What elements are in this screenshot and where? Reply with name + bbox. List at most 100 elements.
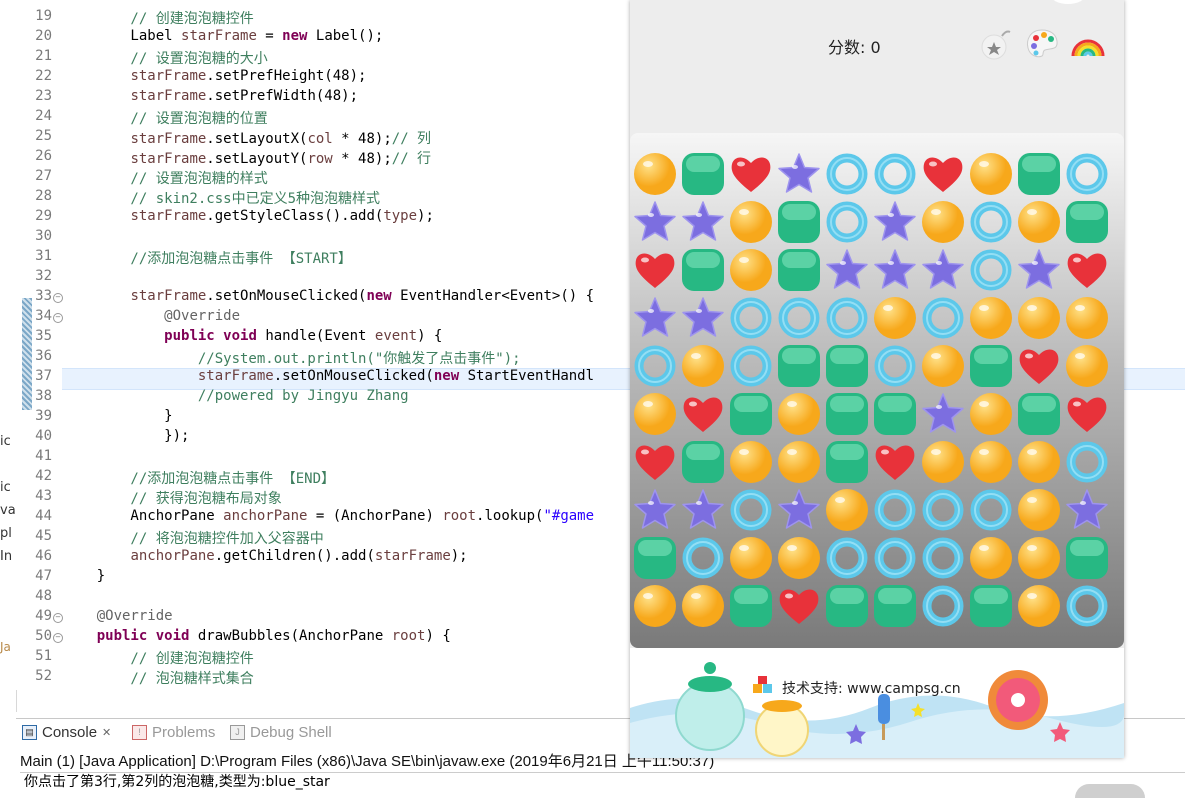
candy-ring-icon[interactable] <box>776 295 822 341</box>
candy-ring-icon[interactable] <box>824 199 870 245</box>
candy-orange-icon[interactable] <box>632 583 678 629</box>
candy-ring-icon[interactable] <box>968 487 1014 533</box>
candy-green-icon[interactable] <box>680 439 726 485</box>
candy-green-icon[interactable] <box>728 583 774 629</box>
candy-green-icon[interactable] <box>824 391 870 437</box>
candy-star-icon[interactable] <box>632 199 678 245</box>
candy-orange-icon[interactable] <box>728 439 774 485</box>
candy-orange-icon[interactable] <box>968 151 1014 197</box>
candy-green-icon[interactable] <box>728 391 774 437</box>
candy-ring-icon[interactable] <box>728 343 774 389</box>
candy-ring-icon[interactable] <box>920 295 966 341</box>
candy-heart-icon[interactable] <box>632 439 678 485</box>
candy-star-icon[interactable] <box>824 247 870 293</box>
code-line[interactable]: starFrame.setLayoutY(row * 48);// 行 <box>63 148 431 168</box>
candy-ring-icon[interactable] <box>872 487 918 533</box>
candy-green-icon[interactable] <box>680 151 726 197</box>
candy-orange-icon[interactable] <box>872 295 918 341</box>
candy-orange-icon[interactable] <box>1016 295 1062 341</box>
candy-star-icon[interactable] <box>680 295 726 341</box>
code-line[interactable]: //添加泡泡糖点击事件 【END】 <box>63 468 335 488</box>
code-line[interactable]: } <box>63 568 105 584</box>
candy-heart-icon[interactable] <box>1064 247 1110 293</box>
candy-star-icon[interactable] <box>872 199 918 245</box>
candy-heart-icon[interactable] <box>632 247 678 293</box>
candy-orange-icon[interactable] <box>1016 535 1062 581</box>
code-line[interactable]: }); <box>63 428 189 444</box>
candy-orange-icon[interactable] <box>968 439 1014 485</box>
candy-orange-icon[interactable] <box>680 343 726 389</box>
candy-ring-icon[interactable] <box>872 535 918 581</box>
code-line[interactable]: // 创建泡泡糖控件 <box>63 648 253 668</box>
candy-star-icon[interactable] <box>1064 487 1110 533</box>
code-line[interactable]: // 设置泡泡糖的样式 <box>63 168 267 188</box>
candy-green-icon[interactable] <box>1016 151 1062 197</box>
candy-green-icon[interactable] <box>824 343 870 389</box>
code-line[interactable]: // 泡泡糖样式集合 <box>63 668 253 688</box>
code-line[interactable]: anchorPane.getChildren().add(starFrame); <box>63 548 467 564</box>
candy-star-icon[interactable] <box>632 295 678 341</box>
candy-ring-icon[interactable] <box>632 343 678 389</box>
candy-ring-icon[interactable] <box>824 151 870 197</box>
candy-ring-icon[interactable] <box>680 535 726 581</box>
candy-green-icon[interactable] <box>968 343 1014 389</box>
candy-green-icon[interactable] <box>1064 199 1110 245</box>
candy-orange-icon[interactable] <box>728 535 774 581</box>
candy-green-icon[interactable] <box>824 439 870 485</box>
tab-debug-shell[interactable]: J Debug Shell <box>230 724 332 741</box>
rainbow-icon[interactable] <box>1070 26 1106 62</box>
code-line[interactable]: starFrame.setOnMouseClicked(new StartEve… <box>63 368 594 384</box>
candy-heart-icon[interactable] <box>680 391 726 437</box>
code-line[interactable]: //powered by Jingyu Zhang <box>63 388 409 404</box>
candy-heart-icon[interactable] <box>1016 343 1062 389</box>
code-line[interactable]: @Override <box>63 308 240 324</box>
candy-heart-icon[interactable] <box>776 583 822 629</box>
tab-console[interactable]: ▤ Console ✕ <box>22 724 111 741</box>
fold-toggle-icon[interactable]: − <box>53 313 63 323</box>
candy-heart-icon[interactable] <box>1064 391 1110 437</box>
candy-star-icon[interactable] <box>1016 247 1062 293</box>
code-line[interactable]: Label starFrame = new Label(); <box>63 28 383 44</box>
candy-orange-icon[interactable] <box>1016 439 1062 485</box>
candy-green-icon[interactable] <box>824 583 870 629</box>
code-line[interactable]: starFrame.setLayoutX(col * 48);// 列 <box>63 128 431 148</box>
candy-star-icon[interactable] <box>920 391 966 437</box>
code-line[interactable]: starFrame.setPrefHeight(48); <box>63 68 366 84</box>
candy-orange-icon[interactable] <box>776 391 822 437</box>
candy-ring-icon[interactable] <box>1064 151 1110 197</box>
candy-orange-icon[interactable] <box>680 583 726 629</box>
code-line[interactable]: // 创建泡泡糖控件 <box>63 8 253 28</box>
candy-star-icon[interactable] <box>776 487 822 533</box>
code-line[interactable]: } <box>63 408 172 424</box>
fold-toggle-icon[interactable]: − <box>53 293 63 303</box>
candy-orange-icon[interactable] <box>920 343 966 389</box>
code-line[interactable]: // 设置泡泡糖的大小 <box>63 48 267 68</box>
candy-green-icon[interactable] <box>632 535 678 581</box>
candy-orange-icon[interactable] <box>632 151 678 197</box>
candy-orange-icon[interactable] <box>968 391 1014 437</box>
candy-green-icon[interactable] <box>776 343 822 389</box>
candy-ring-icon[interactable] <box>920 535 966 581</box>
code-line[interactable]: @Override <box>63 608 173 624</box>
candy-green-icon[interactable] <box>776 199 822 245</box>
code-line[interactable]: starFrame.getStyleClass().add(type); <box>63 208 433 224</box>
candy-star-icon[interactable] <box>920 247 966 293</box>
palette-icon[interactable] <box>1024 26 1060 62</box>
candy-star-icon[interactable] <box>776 151 822 197</box>
candy-green-icon[interactable] <box>968 583 1014 629</box>
code-line[interactable]: public void drawBubbles(AnchorPane root)… <box>63 628 451 644</box>
candy-green-icon[interactable] <box>680 247 726 293</box>
candy-ring-icon[interactable] <box>728 487 774 533</box>
candy-star-icon[interactable] <box>632 487 678 533</box>
candy-green-icon[interactable] <box>872 391 918 437</box>
candy-ring-icon[interactable] <box>872 343 918 389</box>
code-line[interactable]: starFrame.setPrefWidth(48); <box>63 88 358 104</box>
candy-orange-icon[interactable] <box>632 391 678 437</box>
candy-ring-icon[interactable] <box>920 487 966 533</box>
candy-ring-icon[interactable] <box>1064 583 1110 629</box>
candy-ring-icon[interactable] <box>824 535 870 581</box>
candy-heart-icon[interactable] <box>728 151 774 197</box>
fold-toggle-icon[interactable]: − <box>53 633 63 643</box>
candy-ring-icon[interactable] <box>824 295 870 341</box>
code-line[interactable]: starFrame.setOnMouseClicked(new EventHan… <box>63 288 594 304</box>
